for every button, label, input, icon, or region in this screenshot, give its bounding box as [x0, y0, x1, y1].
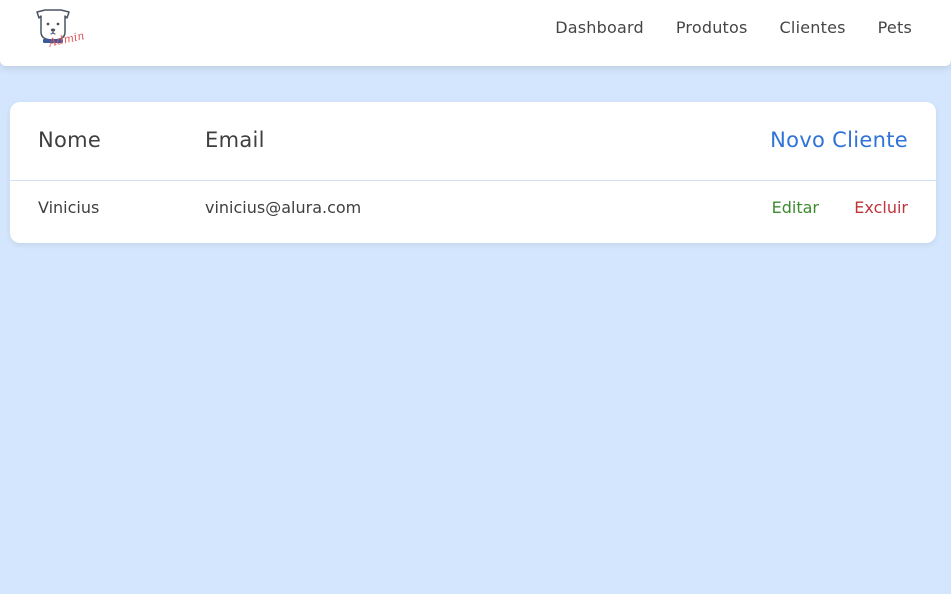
- main-nav: Dashboard Produtos Clientes Pets: [555, 18, 912, 38]
- nav-dashboard[interactable]: Dashboard: [555, 18, 644, 38]
- table-header-row: Nome Email Novo Cliente: [10, 102, 936, 181]
- nav-pets[interactable]: Pets: [878, 18, 912, 38]
- column-header-email: Email: [205, 128, 265, 152]
- top-header: Admin Dashboard Produtos Clientes Pets: [0, 0, 951, 66]
- clients-table-card: Nome Email Novo Cliente Vinicius viniciu…: [10, 102, 936, 243]
- petshop-admin-logo[interactable]: Admin: [31, 6, 86, 50]
- dog-logo-icon: Admin: [36, 9, 86, 50]
- table-row: Vinicius vinicius@alura.com Editar Exclu…: [10, 181, 936, 243]
- nav-produtos[interactable]: Produtos: [676, 18, 748, 38]
- nav-clientes[interactable]: Clientes: [780, 18, 846, 38]
- client-name: Vinicius: [38, 198, 100, 217]
- column-header-nome: Nome: [38, 128, 102, 152]
- edit-client-button[interactable]: Editar: [772, 198, 819, 217]
- delete-client-button[interactable]: Excluir: [854, 198, 908, 217]
- new-client-button[interactable]: Novo Cliente: [770, 128, 908, 152]
- client-email: vinicius@alura.com: [205, 198, 362, 217]
